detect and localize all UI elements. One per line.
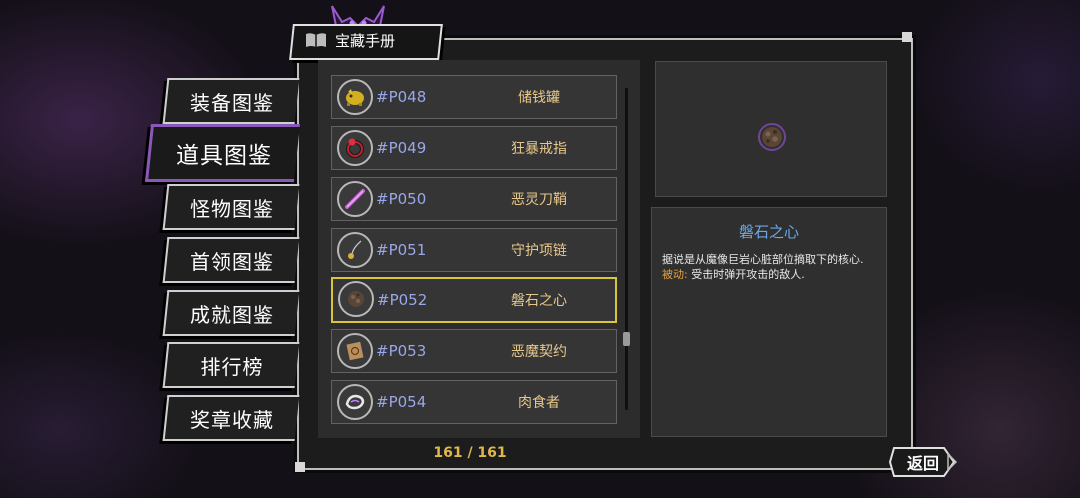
item-code: #P054 (376, 393, 427, 411)
necklace-icon (337, 232, 373, 268)
nav-medal-collection[interactable]: 奖章收藏 (162, 395, 300, 441)
nav-label: 排行榜 (200, 354, 264, 379)
item-code: #P051 (376, 241, 427, 259)
list-item[interactable]: #P051 守护项链 (331, 228, 617, 272)
detail-desc-line1: 据说是从魔像巨岩心脏部位摘取下的核心. (662, 253, 864, 266)
list-scrollbar[interactable] (625, 88, 628, 410)
nav-monster-codex[interactable]: 怪物图鉴 (162, 184, 300, 230)
item-name: 磐石之心 (511, 293, 567, 309)
title-tab-content: 宝藏手册 (291, 24, 437, 56)
list-scrollbar-thumb[interactable] (623, 332, 630, 346)
item-code: #P049 (376, 139, 427, 157)
list-item[interactable]: #P052 磐石之心 (331, 277, 617, 323)
nav-label: 怪物图鉴 (190, 196, 274, 221)
nav-label: 首领图鉴 (190, 249, 274, 274)
passive-label: 被动: (662, 268, 688, 281)
item-name: 储钱罐 (518, 90, 560, 106)
nav-achievement-codex[interactable]: 成就图鉴 (162, 290, 300, 336)
nav-label: 成就图鉴 (190, 302, 274, 327)
panel-corner-bottom-left (295, 462, 305, 472)
detail-passive: 被动: 受击时弹开攻击的敌人. (662, 266, 805, 282)
title-tab-label: 宝藏手册 (335, 31, 396, 50)
detail-description: 据说是从魔像巨岩心脏部位摘取下的核心. (662, 251, 864, 267)
nav-item-codex[interactable]: 道具图鉴 (144, 124, 301, 182)
book-icon (306, 33, 326, 47)
item-name: 恶灵刀鞘 (511, 192, 567, 208)
item-code: #P050 (376, 190, 427, 208)
item-code: #P052 (377, 291, 428, 309)
item-counter: 161 / 161 (433, 445, 507, 461)
contract-icon (337, 333, 373, 369)
detail-item-name: 磐石之心 (738, 223, 799, 241)
back-button-label: 返回 (906, 454, 939, 473)
piggy-bank-icon (337, 79, 373, 115)
rock-heart-icon (338, 281, 374, 317)
item-name: 恶魔契约 (511, 344, 567, 360)
item-name: 守护项链 (511, 243, 567, 259)
sheath-icon (337, 181, 373, 217)
nav-leaderboard[interactable]: 排行榜 (162, 342, 300, 388)
item-name: 狂暴戒指 (511, 141, 567, 157)
passive-text: 受击时弹开攻击的敌人. (687, 268, 805, 281)
carnivore-icon (337, 384, 373, 420)
list-item[interactable]: #P048 储钱罐 (331, 75, 617, 119)
item-code: #P048 (376, 88, 427, 106)
list-item[interactable]: #P050 恶灵刀鞘 (331, 177, 617, 221)
ring-icon (337, 130, 373, 166)
item-code: #P053 (376, 342, 427, 360)
rock-heart-preview-icon (758, 123, 786, 151)
nav-label: 奖章收藏 (190, 407, 274, 432)
nav-equipment-codex[interactable]: 装备图鉴 (162, 78, 300, 124)
list-item[interactable]: #P049 狂暴戒指 (331, 126, 617, 170)
nav-label: 道具图鉴 (176, 143, 272, 169)
nav-boss-codex[interactable]: 首领图鉴 (162, 237, 300, 283)
item-name: 肉食者 (518, 395, 560, 411)
list-item[interactable]: #P054 肉食者 (331, 380, 617, 424)
list-item[interactable]: #P053 恶魔契约 (331, 329, 617, 373)
nav-label: 装备图鉴 (190, 90, 274, 115)
back-button[interactable]: 返回 (888, 444, 958, 480)
panel-corner-top-right (902, 32, 912, 42)
